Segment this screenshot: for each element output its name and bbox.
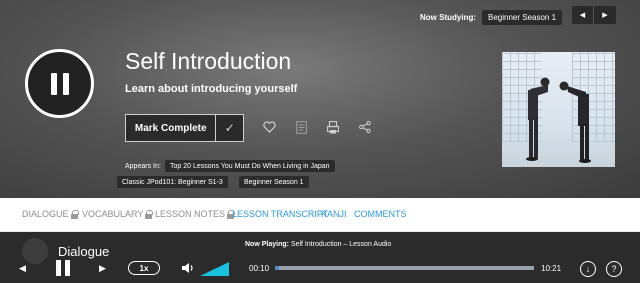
download-button[interactable]: ↓ — [580, 261, 596, 277]
tab-lesson-transcript-label: LESSON TRANSCRIPT — [232, 209, 329, 219]
current-time: 00:10 — [249, 264, 270, 273]
chevron-left-icon[interactable]: ◀ — [572, 6, 594, 24]
speed-button[interactable]: 1x — [128, 261, 160, 275]
chevron-right-icon[interactable]: ▶ — [594, 6, 616, 24]
appears-in-tag[interactable]: Top 20 Lessons You Must Do When Living i… — [165, 160, 335, 172]
mark-complete-label: Mark Complete — [126, 115, 217, 141]
lesson-tabs: DIALOGUE VOCABULARY LESSON NOTES LESSON … — [0, 198, 640, 232]
appears-in-label: Appears In: — [125, 163, 161, 170]
pause-icon-bar — [50, 72, 57, 95]
help-icon: ? — [611, 264, 617, 274]
previous-track-icon[interactable]: ◀ — [19, 263, 26, 274]
lesson-pager: ◀ ▶ — [572, 6, 616, 24]
tab-comments[interactable]: COMMENTS — [354, 209, 407, 219]
tab-comments-label: COMMENTS — [354, 209, 407, 219]
share-icon[interactable] — [357, 119, 373, 135]
lock-icon — [70, 210, 79, 219]
tab-lesson-notes[interactable]: LESSON NOTES — [155, 209, 236, 219]
volume-slider[interactable] — [200, 260, 230, 281]
print-icon[interactable] — [325, 119, 341, 135]
tab-vocabulary[interactable]: VOCABULARY — [82, 209, 154, 219]
next-track-icon[interactable]: ▶ — [99, 263, 106, 274]
progress-fill — [275, 266, 280, 270]
tab-kanji-label: KANJI — [321, 209, 347, 219]
ghost-play-icon — [22, 238, 48, 264]
tab-dialogue[interactable]: DIALOGUE — [22, 209, 79, 219]
tab-kanji[interactable]: KANJI — [321, 209, 347, 219]
now-playing-label: Now Playing: — [245, 241, 289, 248]
tab-dialogue-label: DIALOGUE — [22, 209, 69, 219]
ghost-title: Dialogue — [58, 244, 110, 259]
heart-icon[interactable] — [261, 119, 277, 135]
now-playing-value: Self Introduction – Lesson Audio — [290, 241, 392, 248]
help-button[interactable]: ? — [606, 261, 622, 277]
play-pause-button[interactable] — [25, 49, 94, 118]
total-time: 10:21 — [541, 264, 562, 273]
now-studying-value[interactable]: Beginner Season 1 — [482, 10, 563, 25]
lesson-title: Self Introduction — [125, 48, 292, 74]
lesson-thumbnail — [502, 52, 615, 167]
now-playing: Now Playing: Self Introduction – Lesson … — [245, 241, 391, 248]
check-icon: ✓ — [224, 121, 235, 135]
now-studying-label: Now Studying: — [420, 13, 476, 22]
download-icon: ↓ — [585, 264, 591, 274]
appears-in-tag[interactable]: Beginner Season 1 — [239, 176, 309, 188]
tab-vocabulary-label: VOCABULARY — [82, 209, 144, 219]
player-pause-button[interactable] — [56, 260, 70, 276]
lock-icon — [145, 210, 154, 219]
now-studying: Now Studying: Beginner Season 1 — [420, 10, 563, 25]
mark-complete-button[interactable]: Mark Complete ✓ — [125, 114, 244, 142]
volume-icon[interactable] — [181, 261, 195, 280]
notes-icon[interactable] — [293, 119, 309, 135]
progress-bar[interactable] — [275, 266, 534, 270]
pause-icon-bar — [62, 72, 69, 95]
tab-lesson-transcript[interactable]: LESSON TRANSCRIPT — [232, 209, 328, 219]
audio-player: Dialogue Now Playing: Self Introduction … — [0, 232, 640, 283]
tab-lesson-notes-label: LESSON NOTES — [155, 209, 226, 219]
lesson-subtitle: Learn about introducing yourself — [125, 83, 298, 95]
lesson-hero: Now Studying: Beginner Season 1 ◀ ▶ Self… — [0, 0, 640, 198]
appears-in-tag[interactable]: Classic JPod101: Beginner S1-3 — [117, 176, 228, 188]
